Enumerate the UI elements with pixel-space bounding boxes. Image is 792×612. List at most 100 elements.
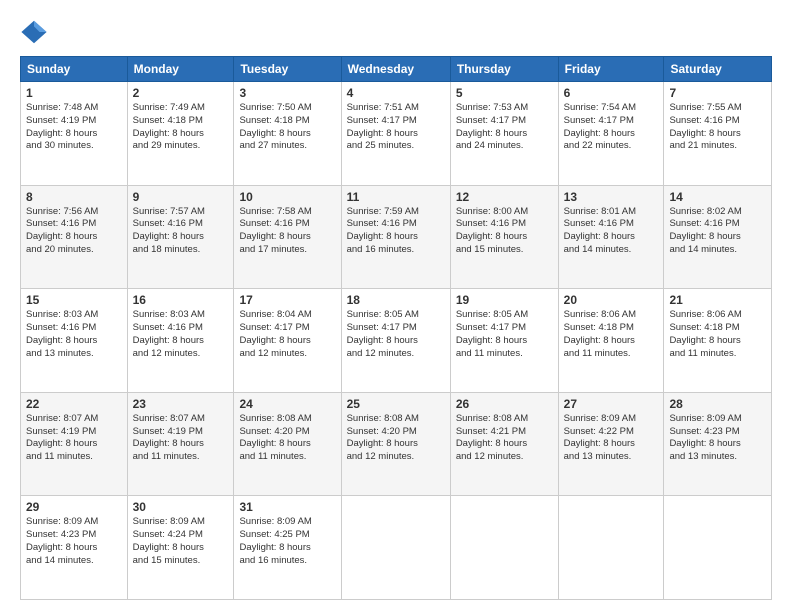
day-number: 25: [347, 397, 445, 411]
day-number: 12: [456, 190, 553, 204]
calendar-day-cell: 24 Sunrise: 8:08 AM Sunset: 4:20 PMDayligh…: [234, 392, 341, 496]
calendar-day-cell: 28Sunrise: 8:09 AMSunset: 4:23 PMDayligh…: [664, 392, 772, 496]
day-info-line: Daylight: 8 hours: [26, 438, 97, 449]
day-info-line: and 11 minutes.: [564, 348, 631, 359]
day-info: Sunrise: 8:09 AMSunset: 4:23 PMDaylight:…: [669, 413, 766, 464]
day-info-line: Sunrise: 8:09 AM: [26, 516, 98, 527]
day-info-line: and 12 minutes.: [347, 348, 415, 359]
day-info: Sunrise: 7:57 AMSunset: 4:16 PMDaylight:…: [133, 206, 229, 257]
day-info-line: Sunset: 4:21 PM: [456, 426, 526, 437]
day-info-line: Daylight: 8 hours: [239, 438, 310, 449]
day-info-line: Daylight: 8 hours: [564, 335, 635, 346]
day-number: 7: [669, 86, 766, 100]
day-info-line: Sunrise: 8:06 AM: [669, 309, 741, 320]
day-info-line: and 16 minutes.: [347, 244, 415, 255]
day-info-line: Daylight: 8 hours: [669, 128, 740, 139]
day-number: 20: [564, 293, 659, 307]
calendar-week-row: 22Sunrise: 8:07 AMSunset: 4:19 PMDayligh…: [21, 392, 772, 496]
day-info-line: Sunrise: 7:55 AM: [669, 102, 741, 113]
day-info-line: Sunrise: 8:00 AM: [456, 206, 528, 217]
day-info-line: and 29 minutes.: [133, 140, 201, 151]
day-info-line: Daylight: 8 hours: [456, 438, 527, 449]
day-info-line: Sunset: 4:23 PM: [669, 426, 739, 437]
day-number: 22: [26, 397, 122, 411]
day-info-line: Daylight: 8 hours: [347, 438, 418, 449]
calendar-day-cell: 11Sunrise: 7:59 AMSunset: 4:16 PMDayligh…: [341, 185, 450, 289]
day-info: Sunrise: 8:09 AMSunset: 4:23 PMDaylight:…: [26, 516, 122, 567]
day-info-line: and 12 minutes.: [347, 451, 415, 462]
day-info-line: Sunset: 4:16 PM: [347, 218, 417, 229]
day-info-line: Daylight: 8 hours: [347, 335, 418, 346]
day-info: Sunrise: 7:59 AMSunset: 4:16 PMDaylight:…: [347, 206, 445, 257]
day-number: 24: [239, 397, 335, 411]
day-info-line: Sunset: 4:18 PM: [564, 322, 634, 333]
day-info-line: Daylight: 8 hours: [456, 231, 527, 242]
day-info-line: Sunset: 4:22 PM: [564, 426, 634, 437]
calendar-week-row: 8Sunrise: 7:56 AMSunset: 4:16 PMDaylight…: [21, 185, 772, 289]
calendar-week-row: 29Sunrise: 8:09 AMSunset: 4:23 PMDayligh…: [21, 496, 772, 600]
day-info-line: Sunset: 4:18 PM: [133, 115, 203, 126]
day-info-line: Sunset: 4:16 PM: [669, 218, 739, 229]
day-info-line: and 11 minutes.: [133, 451, 200, 462]
calendar-day-cell: 25Sunrise: 8:08 AMSunset: 4:20 PMDayligh…: [341, 392, 450, 496]
day-info-line: Sunset: 4:24 PM: [133, 529, 203, 540]
day-info-line: and 16 minutes.: [239, 555, 307, 566]
day-info: Sunrise: 7:48 AMSunset: 4:19 PMDaylight:…: [26, 102, 122, 153]
day-info-line: and 24 minutes.: [456, 140, 524, 151]
day-info: Sunrise: 8:02 AMSunset: 4:16 PMDaylight:…: [669, 206, 766, 257]
day-info-line: Sunrise: 8:06 AM: [564, 309, 636, 320]
calendar-day-cell: [450, 496, 558, 600]
day-info-line: and 25 minutes.: [347, 140, 415, 151]
day-info: Sunrise: 7:49 AMSunset: 4:18 PMDaylight:…: [133, 102, 229, 153]
day-info-line: Sunrise: 7:48 AM: [26, 102, 98, 113]
day-info: Sunrise: 8:08 AM Sunset: 4:20 PMDaylight:…: [239, 413, 335, 464]
calendar-day-cell: 8Sunrise: 7:56 AMSunset: 4:16 PMDaylight…: [21, 185, 128, 289]
day-info-line: Sunset: 4:17 PM: [347, 115, 417, 126]
calendar-day-cell: 2 Sunrise: 7:49 AMSunset: 4:18 PMDaylight…: [127, 82, 234, 186]
calendar-day-cell: 21Sunrise: 8:06 AMSunset: 4:18 PMDayligh…: [664, 289, 772, 393]
calendar-day-header: Tuesday: [234, 57, 341, 82]
day-info-line: Daylight: 8 hours: [564, 438, 635, 449]
calendar-day-cell: 15Sunrise: 8:03 AMSunset: 4:16 PMDayligh…: [21, 289, 128, 393]
day-info: Sunrise: 8:05 AMSunset: 4:17 PMDaylight:…: [456, 309, 553, 360]
day-info-line: Sunset: 4:20 PM: [347, 426, 417, 437]
day-info-line: Sunset: 4:20 PM: [239, 426, 309, 437]
day-info-line: Sunrise: 8:05 AM: [456, 309, 528, 320]
calendar-day-header: Saturday: [664, 57, 772, 82]
day-info-line: Sunrise: 8:07 AM: [26, 413, 98, 424]
calendar-day-cell: 16Sunrise: 8:03 AMSunset: 4:16 PMDayligh…: [127, 289, 234, 393]
day-info-line: Sunset: 4:16 PM: [26, 322, 96, 333]
day-number: 15: [26, 293, 122, 307]
calendar-day-cell: 19Sunrise: 8:05 AMSunset: 4:17 PMDayligh…: [450, 289, 558, 393]
day-info-line: Daylight: 8 hours: [347, 128, 418, 139]
day-info-line: Sunrise: 8:04 AM: [239, 309, 311, 320]
day-number: 13: [564, 190, 659, 204]
day-info: Sunrise: 8:09 AMSunset: 4:25 PMDaylight:…: [239, 516, 335, 567]
calendar-header-row: SundayMondayTuesdayWednesdayThursdayFrid…: [21, 57, 772, 82]
calendar-day-header: Wednesday: [341, 57, 450, 82]
day-info-line: Sunrise: 8:03 AM: [26, 309, 98, 320]
calendar-day-cell: 18Sunrise: 8:05 AMSunset: 4:17 PMDayligh…: [341, 289, 450, 393]
day-info-line: and 11 minutes.: [239, 451, 306, 462]
day-info-line: and 14 minutes.: [564, 244, 632, 255]
day-info-line: and 27 minutes.: [239, 140, 307, 151]
day-info-line: Sunrise: 8:08 AM: [239, 413, 311, 424]
day-info-line: Daylight: 8 hours: [133, 542, 204, 553]
day-number: 2: [133, 86, 229, 100]
calendar-day-cell: 30Sunrise: 8:09 AMSunset: 4:24 PMDayligh…: [127, 496, 234, 600]
day-number: 30: [133, 500, 229, 514]
day-info-line: and 13 minutes.: [669, 451, 737, 462]
day-info-line: Daylight: 8 hours: [347, 231, 418, 242]
day-info-line: and 11 minutes.: [456, 348, 523, 359]
calendar-day-cell: [664, 496, 772, 600]
day-info-line: Sunset: 4:19 PM: [26, 426, 96, 437]
day-number: 27: [564, 397, 659, 411]
day-info: Sunrise: 8:03 AMSunset: 4:16 PMDaylight:…: [26, 309, 122, 360]
calendar-day-cell: 14Sunrise: 8:02 AMSunset: 4:16 PMDayligh…: [664, 185, 772, 289]
day-info-line: Sunrise: 7:53 AM: [456, 102, 528, 113]
day-info-line: and 17 minutes.: [239, 244, 307, 255]
day-info-line: Sunrise: 7:51 AM: [347, 102, 419, 113]
day-info-line: Sunrise: 8:02 AM: [669, 206, 741, 217]
day-info: Sunrise: 7:55 AMSunset: 4:16 PMDaylight:…: [669, 102, 766, 153]
day-info: Sunrise: 8:09 AMSunset: 4:22 PMDaylight:…: [564, 413, 659, 464]
